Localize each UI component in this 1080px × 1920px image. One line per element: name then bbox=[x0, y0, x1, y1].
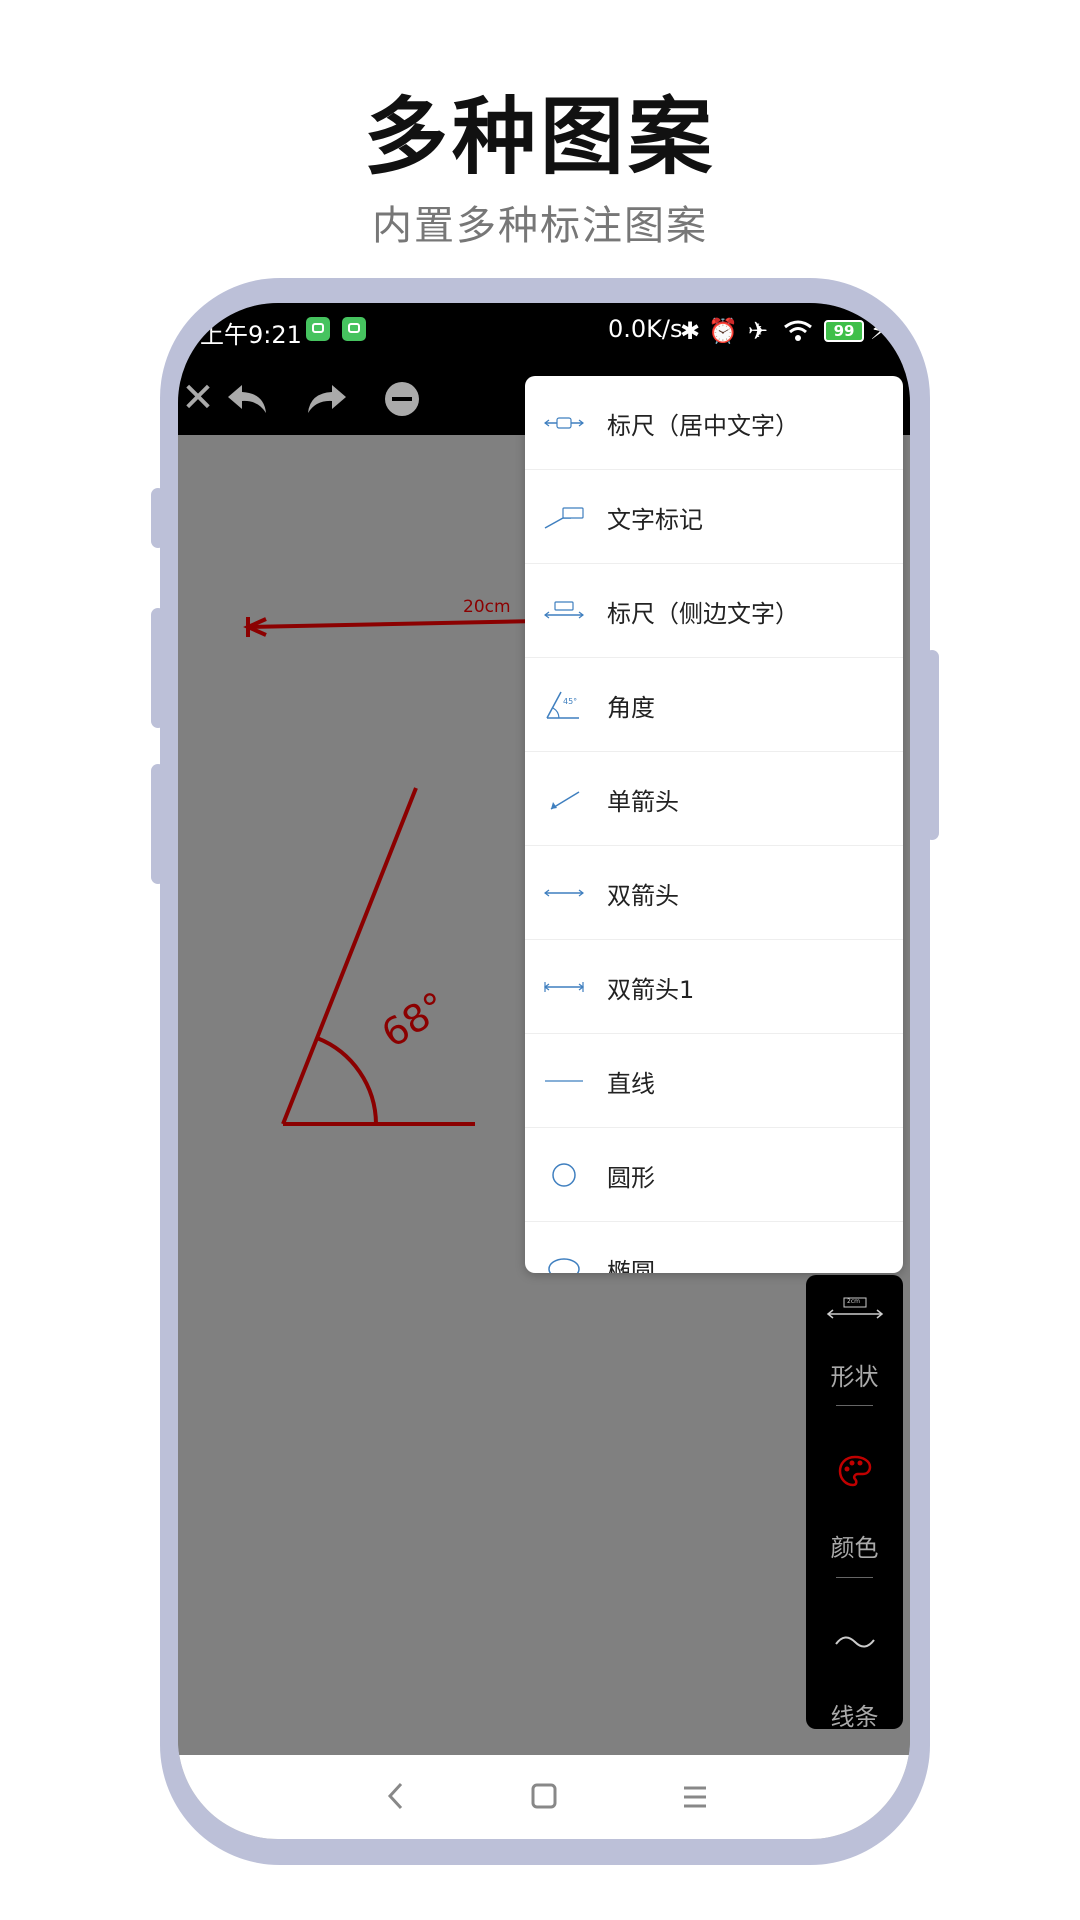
menu-item-label: 直线 bbox=[607, 1070, 655, 1098]
phone-screen: 上午9:21 0.0K/s ✱ ⏰ ✈ 99 ⚡ ✕ 20cm 68° 2cm … bbox=[178, 303, 910, 1839]
wifi-icon bbox=[784, 320, 812, 341]
shape-tool-icon-text: 2cm bbox=[847, 1298, 860, 1305]
phone-button-right bbox=[925, 650, 939, 840]
menu-item-line[interactable]: 直线 bbox=[525, 1034, 903, 1128]
menu-item-label: 单箭头 bbox=[607, 788, 679, 816]
page-title: 多种图案 bbox=[363, 88, 716, 186]
alarm-off-icon: ⏰ bbox=[708, 317, 738, 345]
menu-item-double-arrow[interactable]: 双箭头 bbox=[525, 846, 903, 940]
status-bar: 上午9:21 0.0K/s ✱ ⏰ ✈ 99 ⚡ bbox=[178, 303, 910, 363]
menu-item-label: 双箭头1 bbox=[607, 976, 695, 1004]
ruler-center-text-icon bbox=[544, 417, 584, 429]
airplane-icon: ✈ bbox=[748, 317, 769, 345]
menu-item-label: 角度 bbox=[607, 694, 655, 722]
ruler-side-text-icon bbox=[544, 601, 584, 619]
menu-item-ruler-center[interactable]: 标尺（居中文字） bbox=[525, 376, 903, 470]
system-nav-bar bbox=[178, 1755, 910, 1839]
undo-icon[interactable] bbox=[226, 383, 270, 417]
status-time: 上午9:21 bbox=[200, 321, 302, 349]
shape-menu: 标尺（居中文字） 文字标记 标尺（侧边文字） 45° 角度 单箭头 双箭头 双箭… bbox=[525, 376, 903, 1273]
phone-button-left-2 bbox=[151, 608, 165, 728]
angle-annotation[interactable] bbox=[281, 787, 475, 1126]
bluetooth-icon: ✱ bbox=[680, 317, 701, 345]
menu-item-double-arrow-bar[interactable]: 双箭头1 bbox=[525, 940, 903, 1034]
menu-icon[interactable] bbox=[682, 1785, 708, 1809]
line-style-icon[interactable] bbox=[834, 1632, 876, 1652]
side-panel-divider bbox=[836, 1405, 873, 1406]
menu-item-label: 双箭头 bbox=[607, 882, 679, 910]
net-speed: 0.0K/s bbox=[608, 315, 683, 343]
angle-icon: 45° bbox=[546, 691, 579, 719]
menu-item-label: 标尺（居中文字） bbox=[607, 412, 799, 440]
palette-icon[interactable] bbox=[838, 1455, 872, 1487]
single-arrow-icon bbox=[550, 791, 580, 810]
circle-icon bbox=[552, 1163, 576, 1187]
line-icon bbox=[545, 1080, 583, 1082]
menu-item-single-arrow[interactable]: 单箭头 bbox=[525, 752, 903, 846]
menu-item-ruler-side[interactable]: 标尺（侧边文字） bbox=[525, 564, 903, 658]
color-tool-label[interactable]: 颜色 bbox=[806, 1528, 903, 1563]
shape-tool-label[interactable]: 形状 bbox=[806, 1357, 903, 1392]
ruler-annotation[interactable] bbox=[243, 617, 539, 637]
minus-circle-icon[interactable] bbox=[384, 381, 420, 417]
menu-item-text-marker[interactable]: 文字标记 bbox=[525, 470, 903, 564]
menu-item-label: 文字标记 bbox=[607, 506, 703, 534]
side-panel-divider-2 bbox=[836, 1577, 873, 1578]
app-notification-icon bbox=[306, 317, 330, 341]
svg-text:45°: 45° bbox=[563, 697, 577, 706]
charging-icon: ⚡ bbox=[870, 317, 887, 345]
home-icon[interactable] bbox=[530, 1782, 558, 1810]
menu-item-label: 椭圆 bbox=[607, 1258, 655, 1273]
back-icon[interactable] bbox=[386, 1781, 406, 1811]
ellipse-icon bbox=[548, 1258, 580, 1273]
battery-indicator: 99 bbox=[824, 320, 864, 342]
menu-item-angle[interactable]: 45° 角度 bbox=[525, 658, 903, 752]
double-arrow-bar-icon bbox=[544, 982, 584, 992]
page-subtitle: 内置多种标注图案 bbox=[372, 203, 708, 249]
double-arrow-icon bbox=[544, 889, 584, 897]
phone-button-left-3 bbox=[151, 764, 165, 884]
ruler-label: 20cm bbox=[463, 597, 511, 617]
menu-item-ellipse[interactable]: 椭圆 bbox=[525, 1222, 903, 1273]
side-panel: 2cm 形状 颜色 线条 bbox=[806, 1275, 903, 1732]
line-tool-label[interactable]: 线条 bbox=[806, 1697, 903, 1732]
text-marker-icon bbox=[544, 507, 584, 529]
close-icon[interactable]: ✕ bbox=[178, 373, 226, 423]
menu-item-label: 圆形 bbox=[607, 1164, 655, 1192]
redo-icon[interactable] bbox=[304, 383, 348, 417]
menu-item-label: 标尺（侧边文字） bbox=[607, 600, 799, 628]
phone-button-left-1 bbox=[151, 488, 165, 548]
app-notification-icon-2 bbox=[342, 317, 366, 341]
menu-item-circle[interactable]: 圆形 bbox=[525, 1128, 903, 1222]
